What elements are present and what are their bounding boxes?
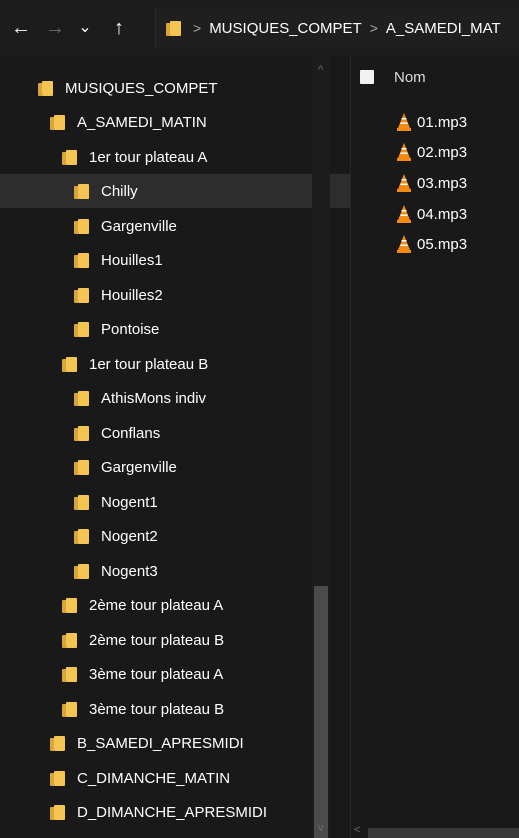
folder-icon xyxy=(50,770,65,786)
tree-item[interactable]: Houilles2 xyxy=(0,278,390,312)
breadcrumb-item[interactable]: A_SAMEDI_MAT xyxy=(386,20,501,37)
folder-icon xyxy=(62,632,77,648)
tree-item-label: Nogent1 xyxy=(101,493,158,511)
tree-item-label: Nogent3 xyxy=(101,562,158,580)
tree-item[interactable]: Nogent1 xyxy=(0,485,390,519)
scrollbar-thumb[interactable] xyxy=(314,586,328,838)
file-item[interactable]: 03.mp3 xyxy=(396,169,467,197)
tree-item-label: Chilly xyxy=(101,182,138,200)
tree-item[interactable]: Pontoise xyxy=(0,312,390,346)
folder-icon xyxy=(74,390,89,406)
file-name: 05.mp3 xyxy=(417,235,468,253)
tree-item-label: C_DIMANCHE_MATIN xyxy=(77,769,231,787)
navigation-bar: ← → ⌄ ↑ > MUSIQUES_COMPET > A_SAMEDI_MAT xyxy=(0,0,519,56)
address-bar[interactable]: > MUSIQUES_COMPET > A_SAMEDI_MAT xyxy=(155,8,519,48)
file-item[interactable]: 04.mp3 xyxy=(396,200,467,228)
folder-icon xyxy=(62,149,77,165)
tree-item-label: Conflans xyxy=(101,424,161,442)
tree-item-selected[interactable]: Chilly xyxy=(0,174,390,208)
file-item[interactable]: 05.mp3 xyxy=(396,230,467,258)
folder-icon xyxy=(74,183,89,199)
breadcrumb-item[interactable]: MUSIQUES_COMPET xyxy=(209,20,362,37)
tree-item[interactable]: Houilles1 xyxy=(0,243,390,277)
tree-item-label: Nogent2 xyxy=(101,527,158,545)
tree-item-label: Houilles2 xyxy=(101,286,163,304)
tree-item[interactable]: MUSIQUES_COMPET xyxy=(0,71,354,105)
vlc-file-icon xyxy=(397,113,411,131)
file-name: 04.mp3 xyxy=(417,205,468,223)
tree-item-label: 2ème tour plateau A xyxy=(89,596,224,614)
scroll-down-icon[interactable]: v xyxy=(318,822,324,834)
folder-icon xyxy=(62,597,77,613)
folder-icon xyxy=(50,804,65,820)
folder-icon xyxy=(74,287,89,303)
forward-arrow-icon[interactable]: → xyxy=(44,16,66,40)
tree-item[interactable]: Conflans xyxy=(0,416,390,450)
tree-item[interactable]: Nogent2 xyxy=(0,519,390,553)
file-name: 01.mp3 xyxy=(417,113,468,131)
scroll-left-icon[interactable]: < xyxy=(354,824,360,836)
folder-icon xyxy=(74,494,89,510)
tree-item-label: Pontoise xyxy=(101,320,160,338)
folder-icon xyxy=(62,666,77,682)
folder-icon xyxy=(166,20,181,36)
vlc-file-icon xyxy=(397,235,411,253)
up-arrow-icon[interactable]: ↑ xyxy=(108,16,130,40)
vlc-file-icon xyxy=(397,143,411,161)
vlc-file-icon xyxy=(397,205,411,223)
tree-item-label: AthisMons indiv xyxy=(101,389,207,407)
file-item[interactable]: 01.mp3 xyxy=(396,108,467,136)
tree-item-label: A_SAMEDI_MATIN xyxy=(77,113,207,131)
tree-item-label: MUSIQUES_COMPET xyxy=(65,79,218,97)
tree-item-label: Gargenville xyxy=(101,217,177,235)
breadcrumb-separator: > xyxy=(369,20,378,36)
file-name: 02.mp3 xyxy=(417,143,468,161)
folder-icon xyxy=(74,425,89,441)
folder-icon xyxy=(74,459,89,475)
tree-item-label: D_DIMANCHE_APRESMIDI xyxy=(77,803,268,821)
column-header-label: Nom xyxy=(394,68,426,86)
horizontal-scrollbar-thumb[interactable] xyxy=(368,828,519,838)
tree-item-label: 2ème tour plateau B xyxy=(89,631,225,649)
scroll-up-icon[interactable]: ^ xyxy=(318,64,323,76)
file-item[interactable]: 02.mp3 xyxy=(396,138,467,166)
breadcrumb-separator: > xyxy=(193,20,202,36)
file-name: 03.mp3 xyxy=(417,174,468,192)
tree-item-label: 1er tour plateau A xyxy=(89,148,208,166)
folder-icon xyxy=(50,735,65,751)
folder-icon xyxy=(38,80,53,96)
recent-locations-chevron-icon[interactable]: ⌄ xyxy=(74,16,96,40)
tree-item-label: Gargenville xyxy=(101,458,177,476)
select-all-checkbox[interactable] xyxy=(360,70,374,84)
folder-icon xyxy=(74,528,89,544)
tree-item-label: 1er tour plateau B xyxy=(89,355,209,373)
tree-item-label: B_SAMEDI_APRESMIDI xyxy=(77,734,244,752)
vlc-file-icon xyxy=(397,174,411,192)
folder-tree-pane: MUSIQUES_COMPET A_SAMEDI_MATIN 1er tour … xyxy=(0,56,390,838)
folder-icon xyxy=(74,321,89,337)
tree-item-label: Houilles1 xyxy=(101,251,163,269)
back-arrow-icon[interactable]: ← xyxy=(10,16,32,40)
tree-item[interactable]: AthisMons indiv xyxy=(0,381,390,415)
folder-icon xyxy=(74,252,89,268)
folder-icon xyxy=(62,356,77,372)
name-column-header[interactable]: Nom xyxy=(360,62,426,92)
tree-item-label: 3ème tour plateau B xyxy=(89,700,225,718)
tree-item[interactable]: Gargenville xyxy=(0,450,390,484)
folder-icon xyxy=(50,114,65,130)
folder-icon xyxy=(74,218,89,234)
folder-icon xyxy=(62,701,77,717)
tree-item-label: 3ème tour plateau A xyxy=(89,665,224,683)
folder-icon xyxy=(74,563,89,579)
tree-item[interactable]: Nogent3 xyxy=(0,554,390,588)
tree-item[interactable]: Gargenville xyxy=(0,209,390,243)
